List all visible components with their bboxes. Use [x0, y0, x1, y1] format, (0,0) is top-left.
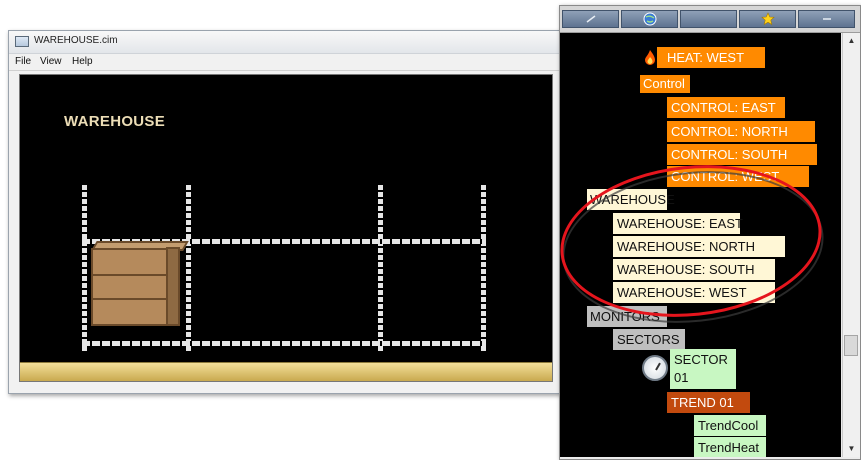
warehouse-display: WAREHOUSE: [19, 74, 553, 382]
menu-help[interactable]: Help: [72, 56, 93, 67]
shelf-post: [82, 185, 87, 353]
blank-icon[interactable]: [680, 10, 737, 28]
gauge-icon: [642, 355, 668, 381]
crate-plank: [93, 298, 166, 300]
navigator-toolbar: [560, 6, 860, 33]
tree-item-trendheat[interactable]: TrendHeat: [694, 437, 766, 457]
tree-item-sector-01[interactable]: SECTOR 01 overview: [670, 349, 736, 403]
edit-icon[interactable]: [562, 10, 619, 28]
menu-file[interactable]: File: [15, 56, 31, 67]
minimize-icon[interactable]: [798, 10, 855, 28]
window-title: WAREHOUSE.cim: [34, 35, 118, 46]
crate: [91, 248, 168, 326]
tree-item-control[interactable]: Control: [640, 75, 690, 93]
warehouse-window: WAREHOUSE.cim File View Help WAREHOUSE: [8, 30, 562, 394]
scene-title: WAREHOUSE: [64, 113, 166, 130]
shelf-beam-lower: [82, 341, 486, 346]
shelf-post: [378, 185, 383, 353]
star-icon[interactable]: [739, 10, 796, 28]
warehouse-floor: [20, 362, 552, 381]
crate-plank: [93, 274, 166, 276]
tree-item-heat-west[interactable]: HEAT: WEST: [657, 47, 765, 68]
sector-01-label: SECTOR 01: [674, 352, 728, 385]
navigator-scrollbar[interactable]: ▲ ▼: [842, 33, 860, 457]
scroll-down-icon[interactable]: ▼: [843, 441, 860, 457]
menu-view[interactable]: View: [40, 56, 62, 67]
scroll-thumb[interactable]: [844, 335, 858, 356]
globe-icon[interactable]: [621, 10, 678, 28]
tree-item-control-north[interactable]: CONTROL: NORTH: [667, 121, 815, 142]
window-titlebar[interactable]: WAREHOUSE.cim: [9, 31, 561, 54]
tree-item-trendcool[interactable]: TrendCool: [694, 415, 766, 436]
tree-item-control-east[interactable]: CONTROL: EAST: [667, 97, 785, 118]
shelf-post: [186, 185, 191, 353]
flame-icon: [645, 50, 655, 65]
window-icon: [15, 36, 29, 47]
tree-item-trend-01[interactable]: TREND 01: [667, 392, 750, 413]
shelf-post: [481, 185, 486, 353]
tree-item-control-south[interactable]: CONTROL: SOUTH: [667, 144, 817, 165]
scroll-up-icon[interactable]: ▲: [843, 33, 860, 49]
crate-side: [166, 247, 180, 326]
tree-item-sectors[interactable]: SECTORS: [613, 329, 685, 350]
menu-bar: File View Help: [9, 54, 561, 71]
